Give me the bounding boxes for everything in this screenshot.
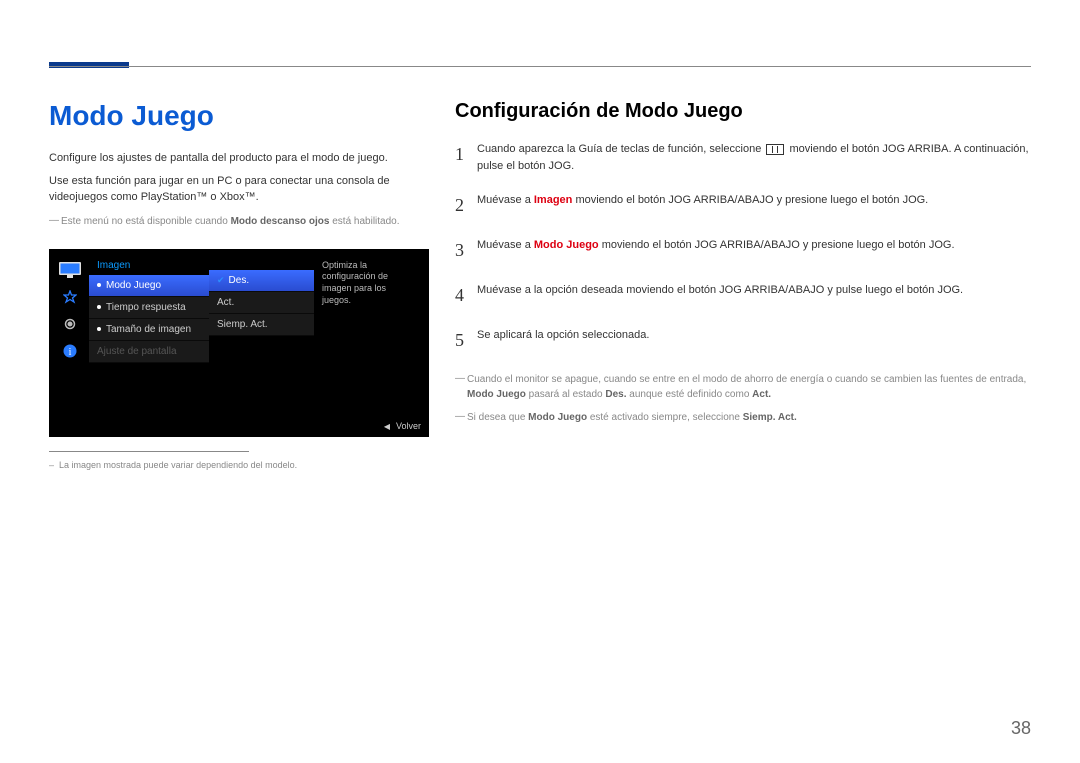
bullet-icon (97, 283, 101, 287)
osd-item-label: Tiempo respuesta (106, 302, 186, 313)
caption-divider (49, 451, 249, 452)
accent-bar (49, 62, 129, 68)
section-heading: Modo Juego (49, 100, 429, 132)
osd-menu-item: Tiempo respuesta (89, 297, 209, 319)
step-text: Muévase a Imagen moviendo el botón JOG A… (477, 192, 1030, 219)
osd-item-label: Ajuste de pantalla (97, 346, 177, 357)
star-icon (59, 288, 81, 306)
bold: Des. (605, 389, 626, 400)
osd-menu-panel: Imagen Modo Juego Tiempo respuesta Tamañ… (89, 254, 209, 363)
header-divider (49, 66, 1031, 67)
osd-menu-item-selected: Modo Juego (89, 275, 209, 297)
bold: Modo Juego (467, 389, 526, 400)
osd-description: Optimiza la configuración de imagen para… (316, 255, 422, 312)
step-number: 5 (455, 327, 477, 354)
osd-options-panel: ✔ Des. Act. Siemp. Act. (209, 270, 314, 336)
info-icon: i (59, 342, 81, 360)
osd-screenshot: i Imagen Modo Juego Tiempo respuesta Tam… (49, 249, 429, 437)
step-4: 4 Muévase a la opción deseada moviendo e… (455, 282, 1030, 309)
back-arrow-icon: ◀ (384, 422, 390, 431)
page-number: 38 (1011, 718, 1031, 739)
left-column: Modo Juego Configure los ajustes de pant… (49, 100, 429, 470)
bold: Siemp. Act. (743, 412, 797, 423)
note-text-post: está habilitado. (329, 216, 399, 227)
bullet-icon (97, 305, 101, 309)
bold: Act. (752, 389, 771, 400)
intro-para-1: Configure los ajustes de pantalla del pr… (49, 150, 429, 167)
osd-option: Siemp. Act. (209, 314, 314, 336)
osd-back-label: Volver (396, 421, 421, 431)
step-text: Muévase a Modo Juego moviendo el botón J… (477, 237, 1030, 264)
step-number: 2 (455, 192, 477, 219)
osd-menu-item: Tamaño de imagen (89, 319, 209, 341)
osd-option-selected: ✔ Des. (209, 270, 314, 292)
osd-item-label: Tamaño de imagen (106, 324, 191, 335)
steps-list: 1 Cuando aparezca la Guía de teclas de f… (455, 141, 1030, 354)
step-5: 5 Se aplicará la opción seleccionada. (455, 327, 1030, 354)
step-number: 1 (455, 141, 477, 174)
highlight: Imagen (534, 194, 573, 206)
osd-option: Act. (209, 292, 314, 314)
osd-menu-item-disabled: Ajuste de pantalla (89, 341, 209, 363)
availability-note: Este menú no está disponible cuando Modo… (49, 214, 429, 229)
note-text: Este menú no está disponible cuando (61, 216, 231, 227)
step-text: Cuando aparezca la Guía de teclas de fun… (477, 141, 1030, 174)
subsection-heading: Configuración de Modo Juego (455, 100, 1030, 123)
right-column: Configuración de Modo Juego 1 Cuando apa… (455, 100, 1030, 425)
step-1: 1 Cuando aparezca la Guía de teclas de f… (455, 141, 1030, 174)
footnote-1: Cuando el monitor se apague, cuando se e… (455, 372, 1030, 402)
osd-item-label: Modo Juego (106, 280, 161, 291)
step-2: 2 Muévase a Imagen moviendo el botón JOG… (455, 192, 1030, 219)
step-3: 3 Muévase a Modo Juego moviendo el botón… (455, 237, 1030, 264)
check-icon: ✔ (217, 275, 225, 285)
step-number: 4 (455, 282, 477, 309)
step-number: 3 (455, 237, 477, 264)
bullet-icon (97, 327, 101, 331)
step-text: Se aplicará la opción seleccionada. (477, 327, 1030, 354)
osd-category-title: Imagen (89, 254, 209, 275)
gear-icon (59, 315, 81, 333)
osd-footer: ◀ Volver (384, 421, 421, 431)
image-caption: La imagen mostrada puede variar dependie… (49, 460, 429, 470)
bold: Modo Juego (528, 412, 587, 423)
monitor-icon (59, 261, 81, 279)
osd-sidebar-icons: i (59, 261, 81, 369)
note-bold: Modo descanso ojos (231, 216, 330, 227)
footnote-2: Si desea que Modo Juego esté activado si… (455, 410, 1030, 425)
intro-para-2: Use esta función para jugar en un PC o p… (49, 173, 429, 206)
svg-text:i: i (69, 347, 72, 358)
osd-option-label: Des. (229, 275, 250, 286)
highlight: Modo Juego (534, 239, 599, 251)
step-text: Muévase a la opción deseada moviendo el … (477, 282, 1030, 309)
menu-icon (766, 144, 784, 155)
